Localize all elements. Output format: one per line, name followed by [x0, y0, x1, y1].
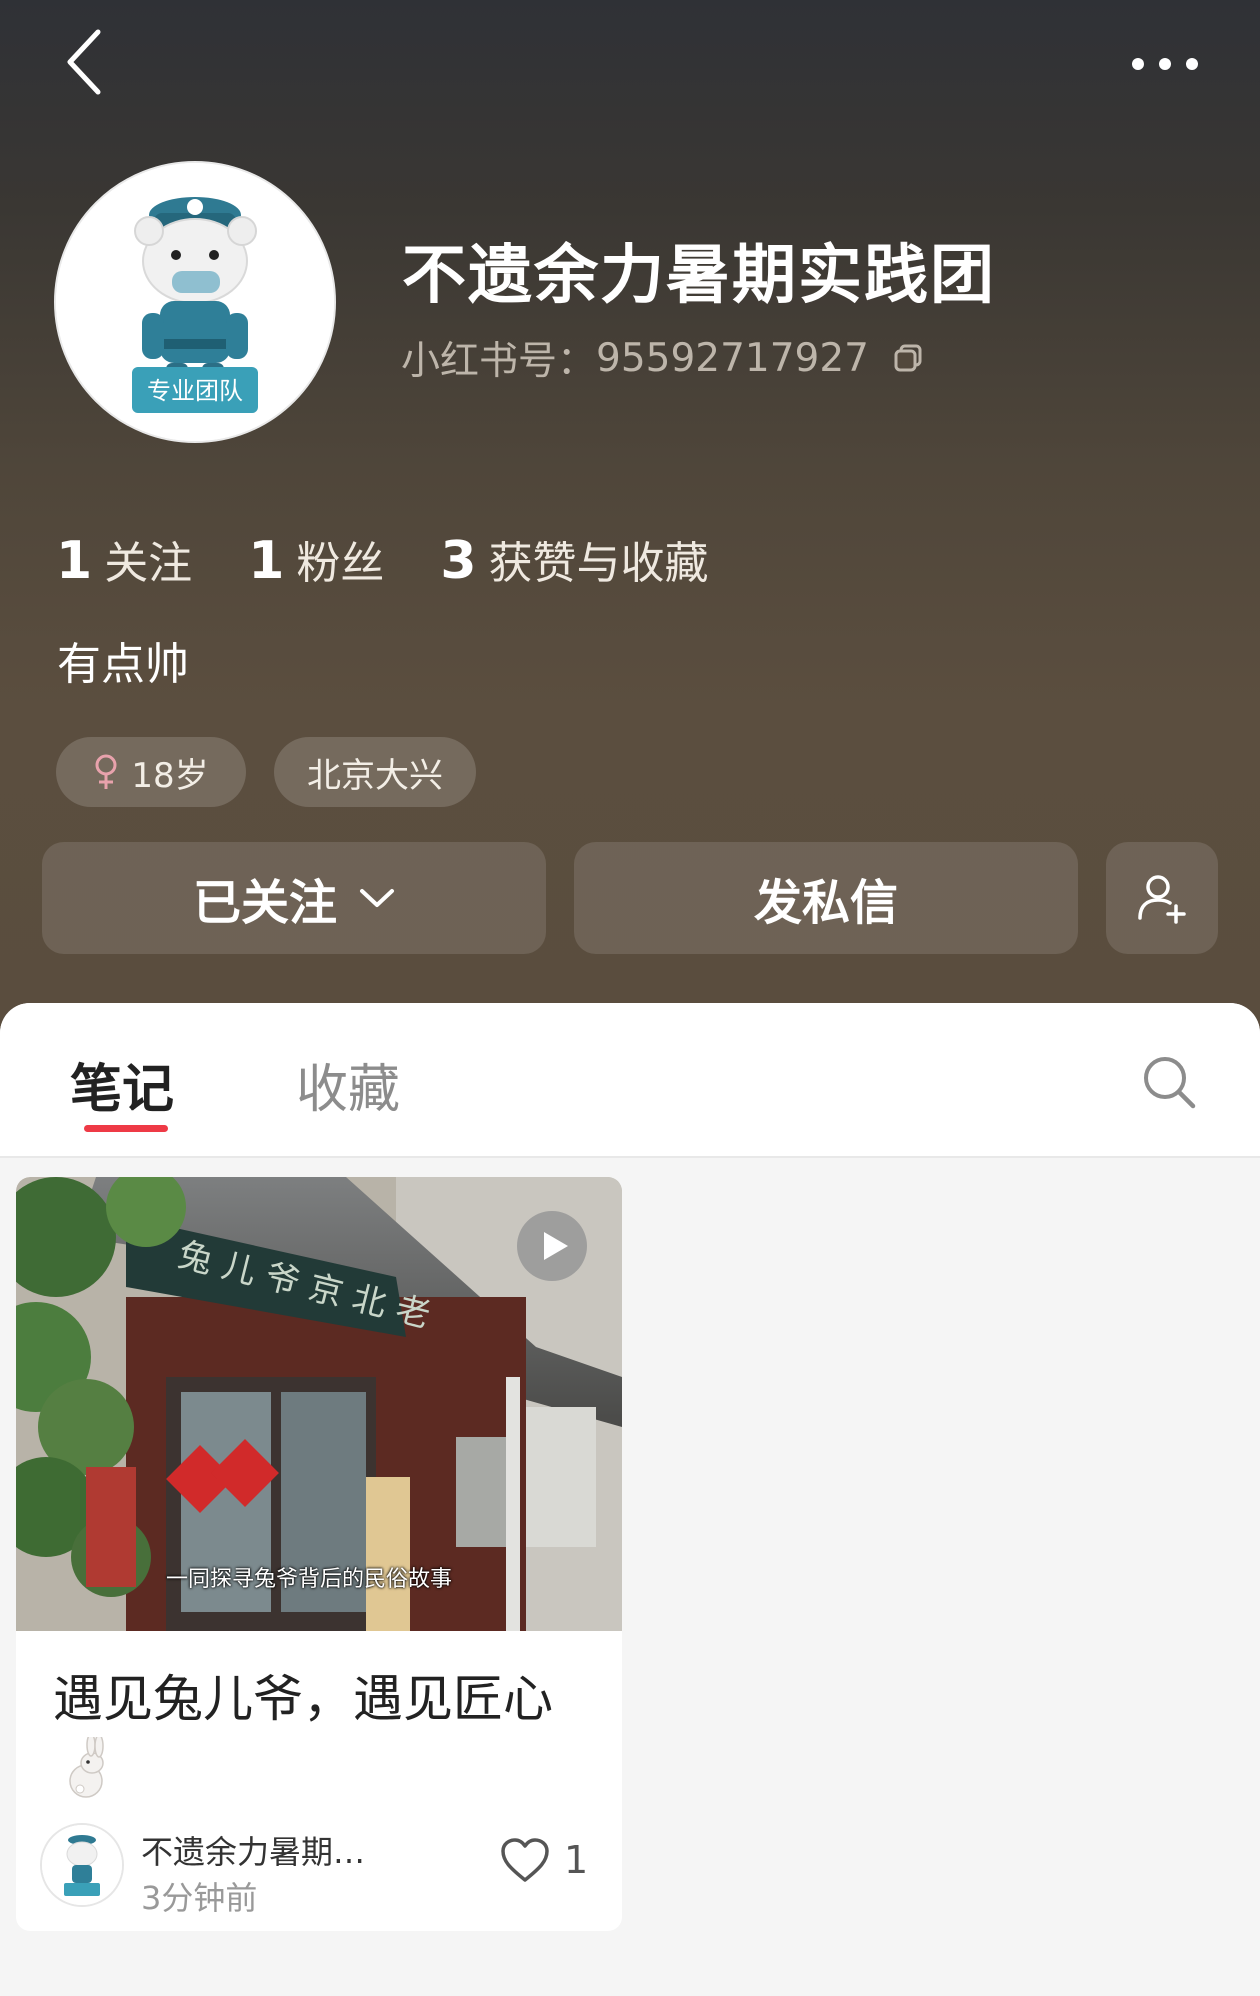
- heart-icon: [501, 1838, 549, 1882]
- xhs-id-label: 小红书号：: [401, 339, 597, 384]
- search-icon: [1144, 1057, 1196, 1109]
- mascot-avatar-image: 专业团队: [56, 163, 334, 441]
- note-cover-image: 兔 儿 爷 京 北 老 一同探寻兔爷背后的民俗故事: [16, 1177, 622, 1631]
- tab-collections[interactable]: 收藏: [296, 1047, 400, 1122]
- more-horizontal-icon: [1132, 58, 1198, 70]
- stat-followers-count: 1: [248, 531, 285, 591]
- note-card[interactable]: 兔 儿 爷 京 北 老 一同探寻兔爷背后的民俗故事 遇见兔儿爷，遇见匠心 不遗余…: [16, 1177, 622, 1931]
- active-tab-indicator: [84, 1125, 168, 1132]
- author-name[interactable]: 不遗余力暑期…: [141, 1827, 401, 1873]
- xhs-id-row: 小红书号： 95592717927: [401, 330, 923, 386]
- video-play-icon: [517, 1211, 587, 1281]
- send-message-label: 发私信: [753, 875, 898, 931]
- location-text: 北京大兴: [307, 755, 443, 796]
- more-options-button[interactable]: [1120, 34, 1210, 94]
- content-panel: 笔记 收藏 兔 儿 爷 京 北 老 一同探寻兔爷背后的民俗故事 遇见兔儿爷，遇见…: [0, 1003, 1260, 1996]
- following-button[interactable]: 已关注: [42, 842, 546, 954]
- tab-notes[interactable]: 笔记: [70, 1047, 174, 1122]
- chevron-left-icon: [67, 29, 101, 95]
- like-count: 1: [564, 1838, 589, 1882]
- stat-followers[interactable]: 1 粉丝: [248, 527, 384, 591]
- profile-avatar[interactable]: 专业团队: [54, 161, 336, 443]
- like-button[interactable]: 1: [500, 1837, 588, 1883]
- female-icon: [93, 753, 119, 791]
- add-user-icon: [1138, 875, 1186, 924]
- stat-followers-label: 粉丝: [296, 538, 385, 589]
- stat-likes-collects-label: 获赞与收藏: [488, 538, 709, 589]
- stat-likes-collects-count: 3: [440, 531, 477, 591]
- stat-likes-collects[interactable]: 3 获赞与收藏: [440, 527, 708, 591]
- send-message-button[interactable]: 发私信: [574, 842, 1078, 954]
- add-friend-button[interactable]: [1106, 842, 1218, 954]
- note-title: 遇见兔儿爷，遇见匠心: [53, 1670, 553, 1728]
- following-button-label: 已关注: [192, 875, 337, 931]
- author-avatar[interactable]: [40, 1823, 124, 1907]
- rabbit-emoji-icon: [69, 1737, 104, 1798]
- age-gender-tag: 18岁: [56, 737, 246, 807]
- age-text: 18岁: [131, 755, 209, 796]
- profile-name: 不遗余力暑期实践团: [402, 239, 996, 313]
- chevron-down-icon: [359, 887, 395, 909]
- copy-icon[interactable]: [893, 343, 923, 373]
- avatar-badge-text: 专业团队: [147, 377, 243, 405]
- search-button[interactable]: [1136, 1049, 1202, 1115]
- back-button[interactable]: [48, 26, 120, 98]
- post-time: 3分钟前: [141, 1879, 258, 1917]
- profile-stats: 1 关注 1 粉丝 3 获赞与收藏: [56, 527, 765, 591]
- stat-following-label: 关注: [104, 538, 193, 589]
- stat-following[interactable]: 1 关注: [56, 527, 192, 591]
- profile-bio: 有点帅: [57, 639, 189, 690]
- location-tag: 北京大兴: [274, 737, 476, 807]
- stat-following-count: 1: [56, 531, 93, 591]
- xhs-id-value: 95592717927: [596, 335, 869, 381]
- tabs-bar: 笔记 收藏: [0, 1003, 1260, 1158]
- note-cover-caption: 一同探寻兔爷背后的民俗故事: [166, 1567, 453, 1592]
